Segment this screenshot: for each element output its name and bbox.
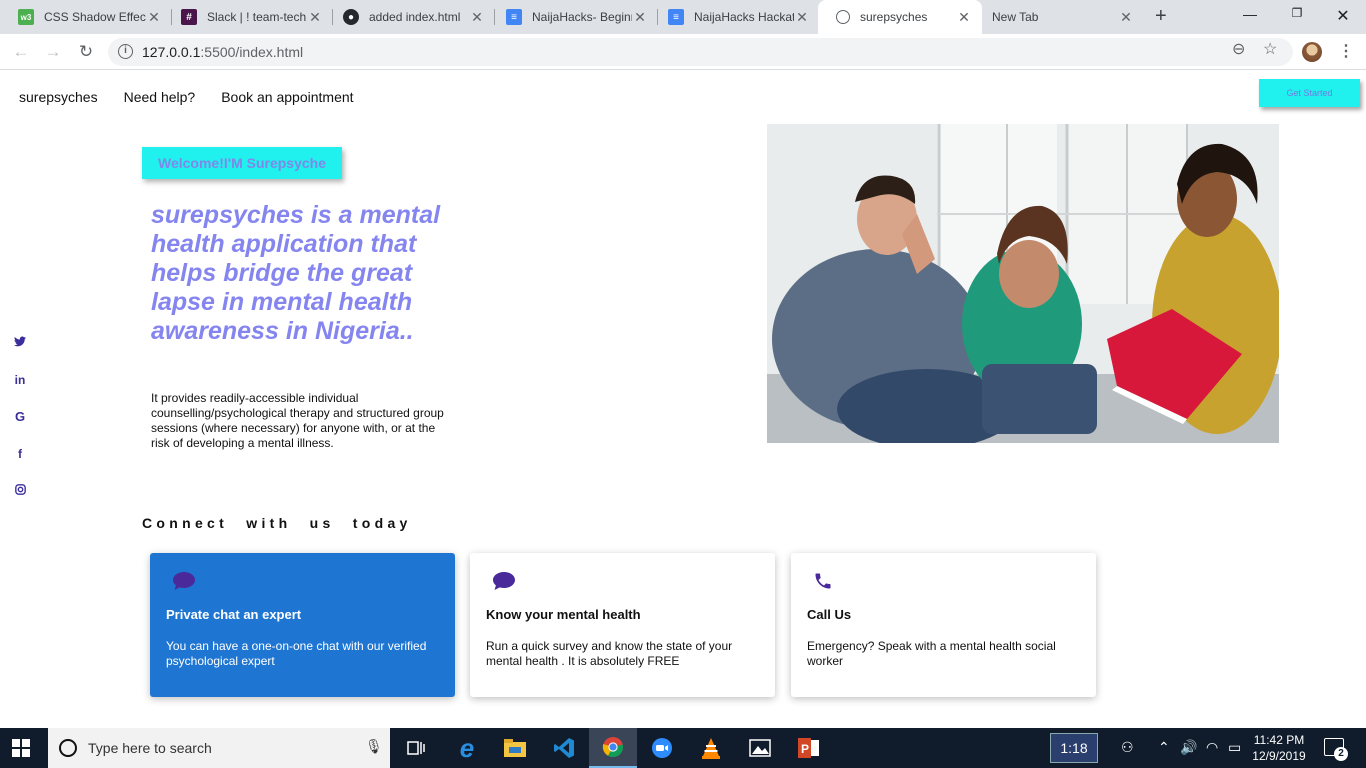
web-page: surepsyches Need help? Book an appointme…: [0, 71, 1366, 728]
new-tab-plus-icon[interactable]: +: [1155, 5, 1167, 28]
chrome-icon[interactable]: [589, 728, 637, 768]
tab-title: NaijaHacks- Beginn: [532, 10, 632, 24]
cortana-ring-icon: [59, 739, 77, 757]
w3schools-icon: w3: [18, 9, 34, 25]
card-text: Emergency? Speak with a mental health so…: [807, 639, 1056, 668]
nav-link-book-appointment[interactable]: Book an appointment: [221, 89, 353, 105]
maximize-icon[interactable]: ❐: [1287, 6, 1307, 20]
recording-timer[interactable]: 1:18: [1050, 733, 1098, 763]
file-explorer-icon[interactable]: [491, 728, 539, 768]
windows-taskbar: Type here to search 🎙 e P 1:18 ⚇ ⌃ 🔊 ◠ ▭…: [0, 728, 1366, 768]
url-text[interactable]: 127.0.0.1:5500/index.html: [142, 44, 303, 60]
vlc-icon[interactable]: [687, 728, 735, 768]
slack-icon: #: [181, 9, 197, 25]
site-nav: surepsyches Need help? Book an appointme…: [19, 89, 354, 105]
card-know-mental-health[interactable]: Know your mental health Run a quick surv…: [470, 553, 775, 697]
card-title: Know your mental health: [486, 607, 641, 622]
browser-tab[interactable]: New Tab ✕: [974, 0, 1144, 34]
clock-date: 12/9/2019: [1252, 749, 1306, 763]
tab-title: NaijaHacks Hackat: [694, 10, 794, 24]
tab-title: New Tab: [992, 10, 1039, 24]
chat-bubble-icon: [493, 572, 515, 590]
linkedin-icon[interactable]: in: [12, 372, 28, 409]
chat-bubble-icon: [173, 572, 195, 590]
reload-icon[interactable]: ↻: [74, 40, 98, 64]
close-icon[interactable]: ✕: [1118, 9, 1134, 26]
card-private-chat[interactable]: Private chat an expert You can have a on…: [150, 553, 455, 697]
card-text: You can have a one-on-one chat with our …: [166, 639, 427, 668]
clock-time: 11:42 PM: [1253, 733, 1305, 747]
phone-icon: [815, 573, 831, 589]
zoom-magnifier-icon[interactable]: ⊖: [1232, 39, 1245, 59]
facebook-icon[interactable]: f: [12, 446, 28, 483]
menu-kebab-icon[interactable]: ⋮: [1338, 41, 1354, 61]
get-started-button[interactable]: Get Started: [1259, 79, 1360, 107]
close-icon[interactable]: ✕: [956, 9, 972, 26]
show-hidden-icons-chevron-up-icon[interactable]: ⌃: [1158, 739, 1170, 756]
tab-title: added index.html: [369, 10, 461, 24]
taskbar-search[interactable]: Type here to search 🎙: [48, 728, 390, 768]
browser-tab-strip: w3 CSS Shadow Effect ✕ # Slack | ! team-…: [0, 0, 1366, 34]
tab-title: CSS Shadow Effect: [44, 10, 146, 24]
powerpoint-icon[interactable]: P: [785, 728, 833, 768]
tab-title: Slack | ! team-tech: [207, 10, 307, 24]
tab-title: surepsyches: [860, 10, 928, 24]
notification-count-badge: 2: [1334, 747, 1348, 761]
nav-link-need-help[interactable]: Need help?: [124, 89, 196, 105]
minimize-icon[interactable]: —: [1240, 6, 1260, 22]
taskbar-search-placeholder: Type here to search: [88, 740, 212, 756]
card-title: Call Us: [807, 607, 852, 622]
nav-link-home[interactable]: surepsyches: [19, 89, 98, 105]
edge-icon[interactable]: e: [443, 728, 491, 768]
github-icon: ●: [343, 9, 359, 25]
card-text: Run a quick survey and know the state of…: [486, 639, 733, 668]
browser-tab-active[interactable]: surepsyches ✕: [818, 0, 982, 34]
close-icon[interactable]: ✕: [307, 9, 323, 26]
window-close-icon[interactable]: ✕: [1333, 6, 1353, 26]
browser-tab[interactable]: # Slack | ! team-tech ✕: [163, 0, 333, 34]
profile-avatar[interactable]: [1302, 42, 1322, 62]
svg-text:P: P: [801, 742, 809, 756]
close-icon[interactable]: ✕: [794, 9, 810, 26]
info-icon[interactable]: i: [118, 44, 133, 59]
volume-icon[interactable]: 🔊: [1180, 739, 1197, 756]
vscode-icon[interactable]: [540, 728, 588, 768]
close-icon[interactable]: ✕: [469, 9, 485, 26]
close-icon[interactable]: ✕: [632, 9, 648, 26]
bookmark-star-icon[interactable]: ☆: [1263, 39, 1277, 59]
wifi-icon[interactable]: ◠: [1206, 739, 1218, 756]
google-docs-icon: ≡: [506, 9, 522, 25]
forward-arrow-icon[interactable]: →: [41, 40, 65, 64]
google-docs-icon: ≡: [668, 9, 684, 25]
browser-tab[interactable]: ● added index.html ✕: [325, 0, 495, 34]
browser-tab[interactable]: w3 CSS Shadow Effect ✕: [0, 0, 172, 34]
back-arrow-icon[interactable]: ←: [9, 40, 33, 64]
people-icon[interactable]: ⚇: [1121, 739, 1134, 756]
photos-icon[interactable]: [736, 728, 784, 768]
social-links: in G f: [12, 335, 28, 520]
browser-toolbar: ← → ↻ i 127.0.0.1:5500/index.html ⊖ ☆ ⋮: [0, 34, 1366, 70]
card-title: Private chat an expert: [166, 607, 302, 622]
hero-description: It provides readily-accessible individua…: [151, 391, 444, 450]
battery-icon[interactable]: ▭: [1228, 739, 1241, 756]
taskbar-clock[interactable]: 11:42 PM 12/9/2019: [1249, 732, 1309, 764]
microphone-icon[interactable]: 🎙: [365, 738, 383, 755]
connect-heading: Connect with us today: [142, 515, 412, 531]
address-bar[interactable]: i 127.0.0.1:5500/index.html: [108, 38, 1293, 66]
welcome-banner: Welcome!I'M Surepsyche: [142, 147, 342, 179]
windows-start-icon[interactable]: [12, 739, 30, 757]
hero-headline: surepsyches is a mental health applicati…: [151, 201, 441, 345]
twitter-icon[interactable]: [12, 335, 28, 372]
close-icon[interactable]: ✕: [146, 9, 162, 26]
hero-photo-counselling-session: [767, 124, 1279, 443]
zoom-icon[interactable]: [638, 728, 686, 768]
task-view-icon[interactable]: [392, 728, 440, 768]
browser-tab[interactable]: ≡ NaijaHacks Hackat ✕: [650, 0, 820, 34]
instagram-icon[interactable]: [12, 483, 28, 520]
google-icon[interactable]: G: [12, 409, 28, 446]
globe-icon: [836, 10, 850, 24]
card-call-us[interactable]: Call Us Emergency? Speak with a mental h…: [791, 553, 1096, 697]
browser-tab[interactable]: ≡ NaijaHacks- Beginn ✕: [488, 0, 658, 34]
